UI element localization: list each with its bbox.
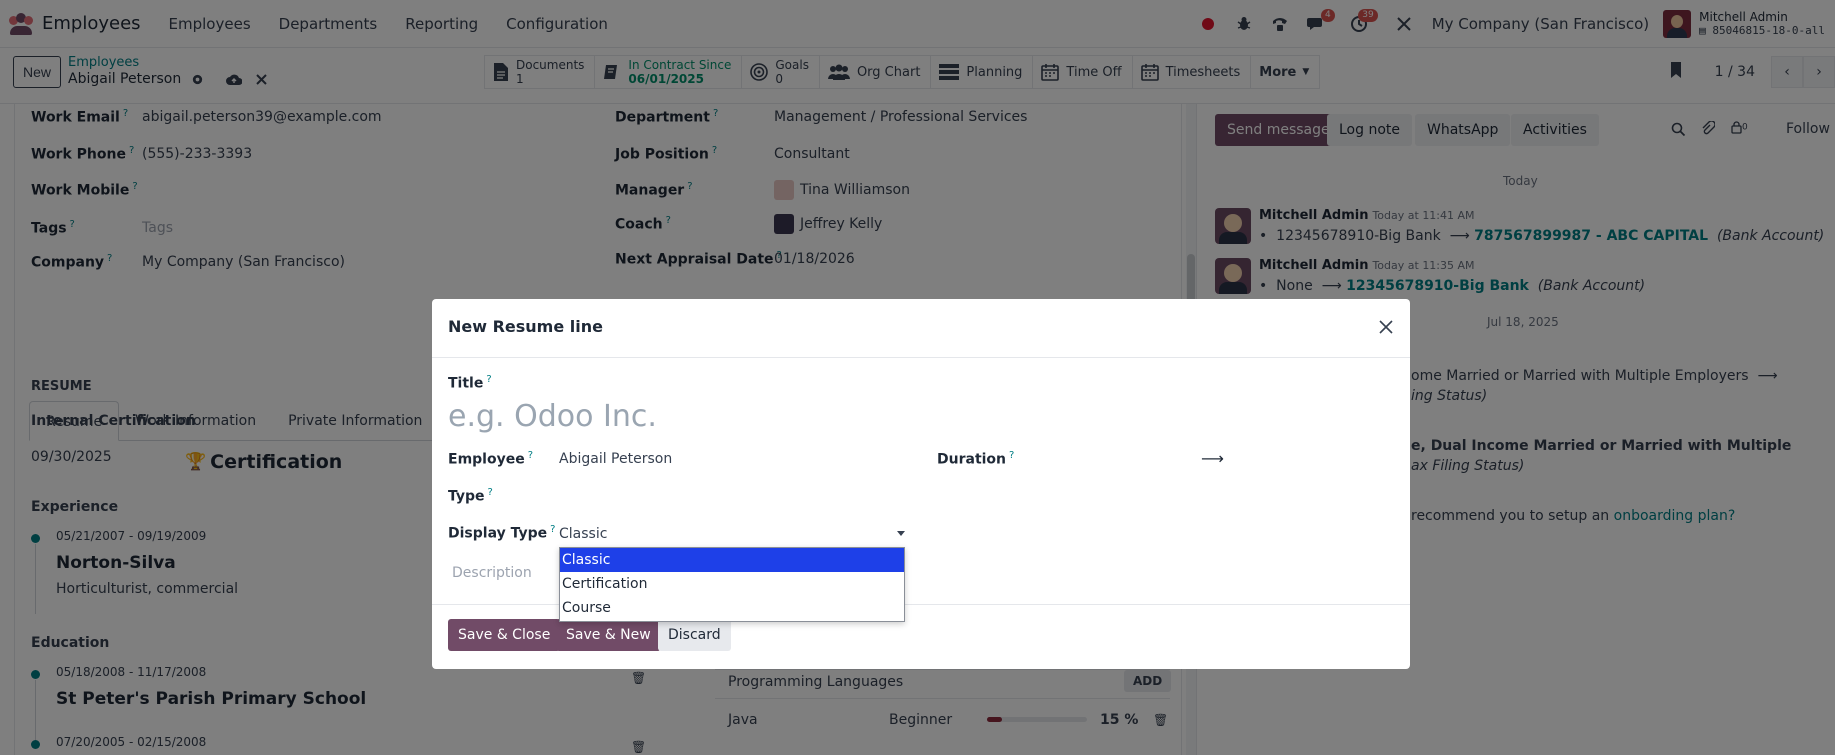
duration-label: Duration? xyxy=(937,450,1015,468)
arrow-right-icon: ⟶ xyxy=(1201,449,1224,468)
caret-down-icon xyxy=(897,531,905,536)
employee-label: Employee? xyxy=(448,450,534,468)
display-type-select[interactable]: Classic xyxy=(559,525,905,545)
title-input[interactable] xyxy=(448,396,1378,436)
display-type-dropdown: Classic Certification Course xyxy=(559,547,905,622)
dialog-title: New Resume line xyxy=(448,317,603,336)
display-type-value: Classic xyxy=(559,526,608,542)
type-label: Type? xyxy=(448,487,493,505)
title-label: Title? xyxy=(448,374,492,392)
option-certification[interactable]: Certification xyxy=(560,572,904,596)
new-resume-line-dialog: New Resume line Title? Employee? Abigail… xyxy=(432,299,1410,669)
employee-field[interactable]: Abigail Peterson xyxy=(559,451,672,467)
description-field[interactable]: Description xyxy=(452,565,532,581)
save-close-button[interactable]: Save & Close xyxy=(448,619,561,651)
option-course[interactable]: Course xyxy=(560,596,904,620)
discard-button[interactable]: Discard xyxy=(658,619,731,651)
save-new-button[interactable]: Save & New xyxy=(556,619,661,651)
close-icon[interactable] xyxy=(1374,315,1398,339)
display-type-label: Display Type? xyxy=(448,524,556,542)
option-classic[interactable]: Classic xyxy=(560,548,904,572)
dialog-header: New Resume line xyxy=(432,299,1410,358)
